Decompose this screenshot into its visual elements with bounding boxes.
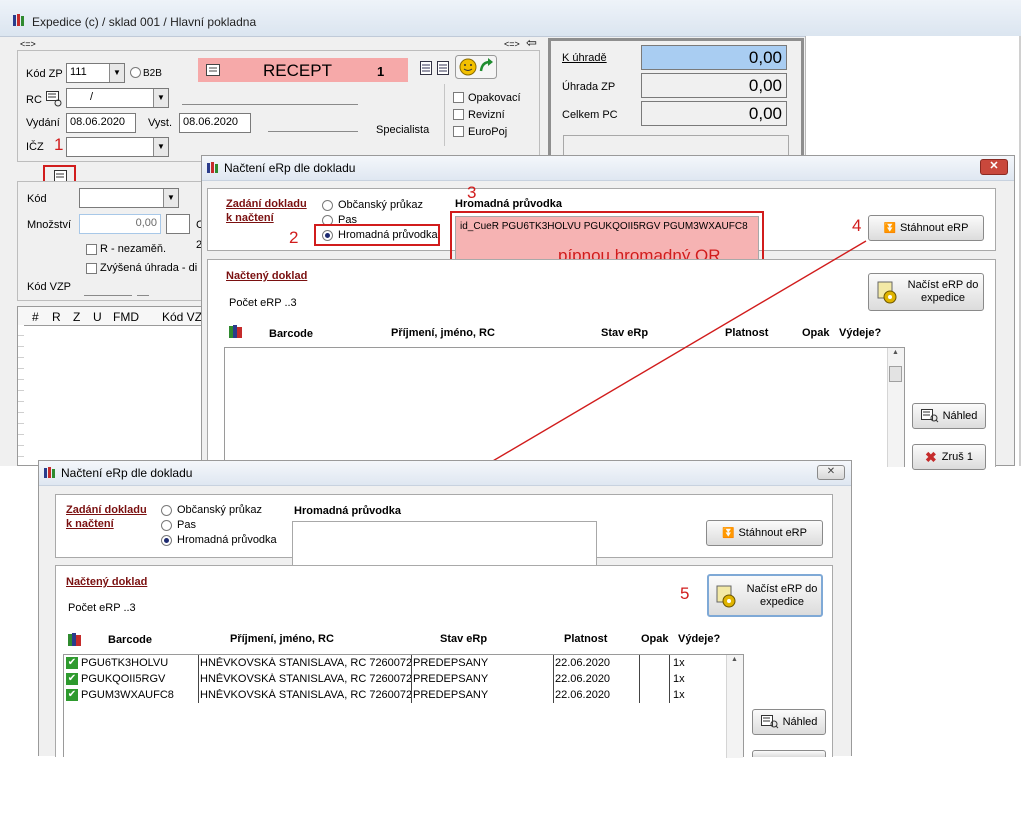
- dialog-bottom-title: Načtení eRp dle dokladu: [61, 466, 193, 480]
- gear-stack-icon: [716, 585, 736, 607]
- cell-jmeno: HNĚVKOVSKÁ STANISLAVA, RC 72600724: [200, 673, 411, 685]
- zadani-label-2: k načtení: [66, 518, 114, 530]
- zadani-label: Zadání dokladu: [66, 504, 147, 516]
- radio-hromadna-label: Hromadná průvodka: [177, 534, 277, 546]
- dialog-bottom: Načtení eRp dle dokladu ✕ Zadání dokladu…: [38, 460, 852, 758]
- erp-list[interactable]: ✔ PGU6TK3HOLVU HNĚVKOVSKÁ STANISLAVA, RC…: [63, 654, 744, 758]
- radio-hromadna[interactable]: [161, 535, 172, 546]
- cell-vydeje: 1x: [673, 689, 685, 701]
- cell-jmeno: HNĚVKOVSKÁ STANISLAVA, RC 72600724: [200, 689, 411, 701]
- table-row[interactable]: ✔ PGUM3WXAUFC8 HNĚVKOVSKÁ STANISLAVA, RC…: [64, 687, 727, 703]
- col-barcode: Barcode: [108, 634, 153, 646]
- checked-icon[interactable]: ✔: [66, 673, 78, 685]
- hromadna-header: Hromadná průvodka: [294, 505, 401, 517]
- cell-vydeje: 1x: [673, 657, 685, 669]
- radio-obcansky-label: Občanský průkaz: [177, 504, 262, 516]
- cell-barcode: PGUM3WXAUFC8: [81, 689, 174, 701]
- cell-jmeno: HNĚVKOVSKÁ STANISLAVA, RC 72600724: [200, 657, 411, 669]
- app-logo-icon: [44, 467, 55, 478]
- col-separator: [411, 655, 412, 703]
- stahnout-button[interactable]: ⏬ Stáhnout eRP: [706, 520, 823, 546]
- cell-vydeje: 1x: [673, 673, 685, 685]
- radio-pas-label: Pas: [177, 519, 196, 531]
- col-separator: [553, 655, 554, 703]
- cell-stav: PREDEPSANY: [413, 689, 489, 701]
- table-row[interactable]: ✔ PGUKQOII5RGV HNĚVKOVSKÁ STANISLAVA, RC…: [64, 671, 727, 687]
- cell-platnost: 22.06.2020: [555, 673, 611, 685]
- dialog-bottom-titlebar: Načtení eRp dle dokladu ✕: [39, 461, 851, 486]
- cell-stav: PREDEPSANY: [413, 657, 489, 669]
- table-row[interactable]: ✔ PGU6TK3HOLVU HNĚVKOVSKÁ STANISLAVA, RC…: [64, 655, 727, 671]
- col-jmeno: Příjmení, jméno, RC: [230, 633, 334, 645]
- col-separator: [669, 655, 670, 703]
- cell-platnost: 22.06.2020: [555, 689, 611, 701]
- col-stav: Stav eRp: [440, 633, 488, 645]
- radio-pas[interactable]: [161, 520, 172, 531]
- books-icon: [68, 633, 81, 646]
- preview-icon: [760, 715, 778, 729]
- nacist-button[interactable]: Načíst eRP do expedice: [707, 574, 823, 617]
- scroll-up-icon[interactable]: ▲: [731, 656, 738, 663]
- cell-platnost: 22.06.2020: [555, 657, 611, 669]
- col-platnost: Platnost: [564, 633, 608, 645]
- col-separator: [639, 655, 640, 703]
- nacteny-label: Načtený doklad: [66, 576, 148, 588]
- cell-barcode: PGU6TK3HOLVU: [81, 657, 169, 669]
- cell-barcode: PGUKQOII5RGV: [81, 673, 166, 685]
- col-vydeje: Výdeje?: [678, 633, 721, 645]
- col-separator: [198, 655, 199, 703]
- checked-icon[interactable]: ✔: [66, 657, 78, 669]
- clipped-button[interactable]: [752, 750, 826, 757]
- radio-obcansky[interactable]: [161, 505, 172, 516]
- col-opak: Opak: [641, 633, 669, 645]
- chevron-down-double-icon: ⏬: [722, 527, 735, 539]
- checked-icon[interactable]: ✔: [66, 689, 78, 701]
- pocet-label: Počet eRP ..3: [68, 602, 136, 614]
- close-icon: ✕: [826, 466, 836, 477]
- cell-stav: PREDEPSANY: [413, 673, 489, 685]
- close-button[interactable]: ✕: [817, 465, 845, 480]
- annotation-5: 5: [680, 584, 690, 603]
- nahled-button[interactable]: Náhled: [752, 709, 826, 735]
- list-scrollbar[interactable]: ▲: [726, 655, 743, 758]
